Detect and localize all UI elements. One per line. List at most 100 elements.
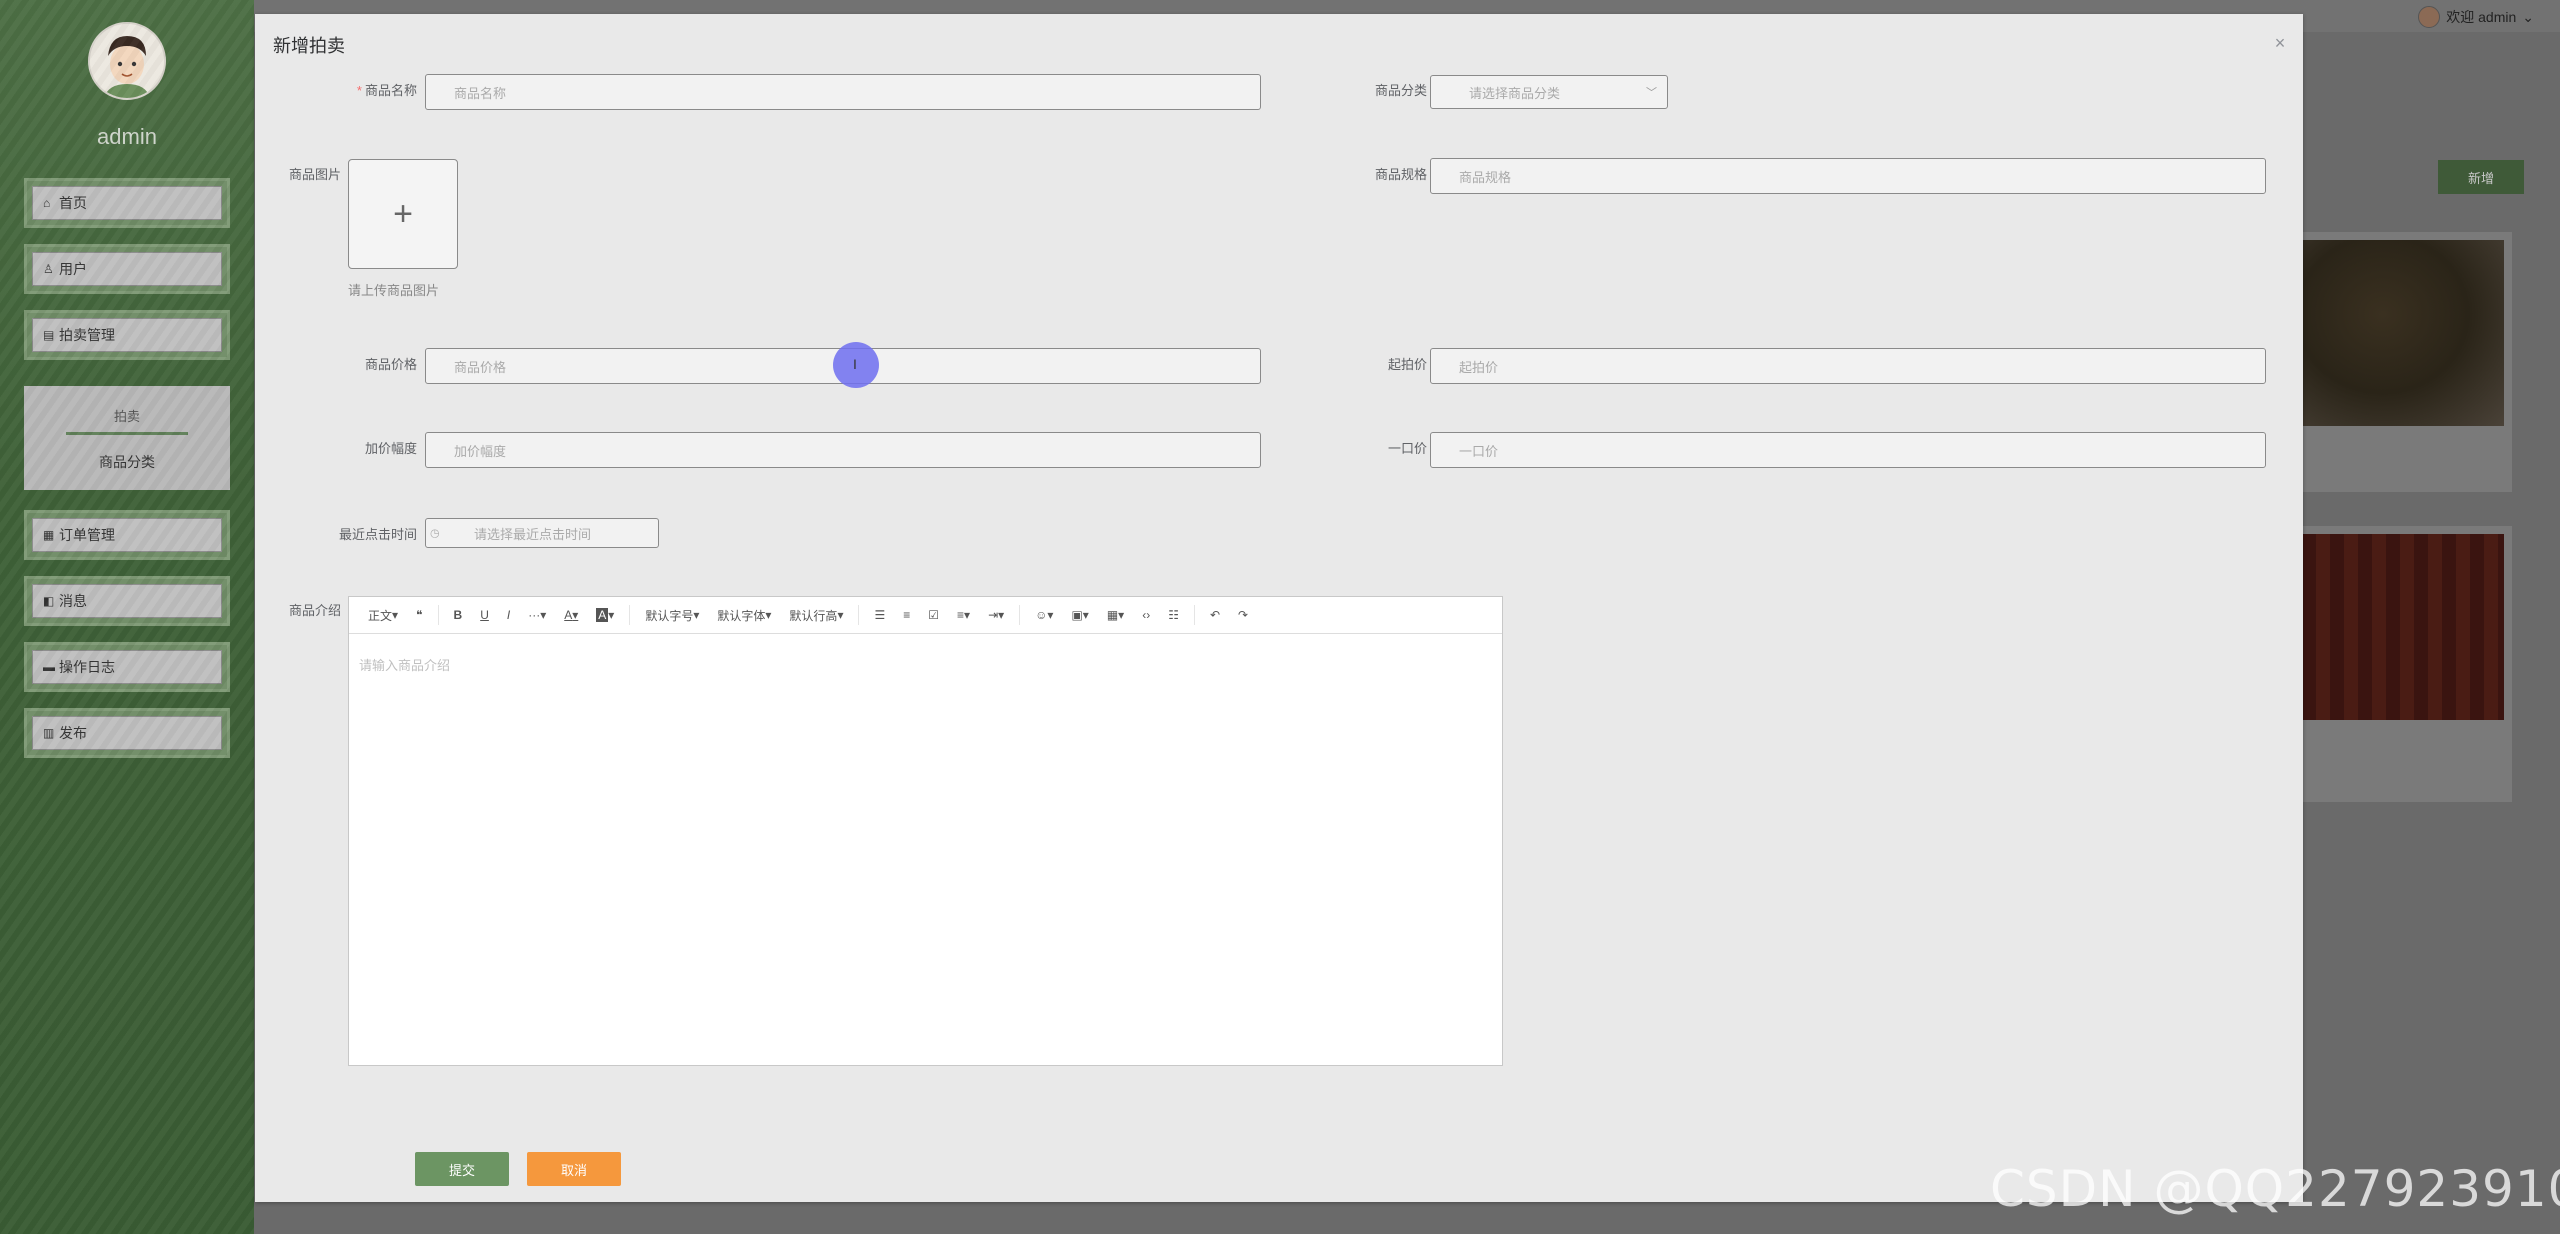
message-icon: ◧ xyxy=(43,594,55,608)
sidebar-item-publish[interactable]: ▥ 发布 xyxy=(24,708,230,758)
image-upload[interactable]: + xyxy=(348,159,458,269)
toolbar-separator xyxy=(629,605,631,625)
clock-icon: ◷ xyxy=(430,527,440,540)
spec-label: 商品规格 xyxy=(1374,167,1427,182)
editor-placeholder: 请输入商品介绍 xyxy=(359,658,451,673)
undo-icon[interactable]: ↶ xyxy=(1201,597,1229,633)
font-family-dropdown[interactable]: 默认字体 ▾ xyxy=(708,597,780,633)
submenu-active-indicator xyxy=(66,432,188,435)
background-color-icon[interactable]: A ▾ xyxy=(587,597,623,633)
more-icon[interactable]: ··· ▾ xyxy=(519,597,555,633)
user-avatar-icon xyxy=(2418,6,2441,28)
increment-label: 加价幅度 xyxy=(364,441,417,456)
price-label: 商品价格 xyxy=(364,357,417,372)
line-height-dropdown[interactable]: 默认行高 ▾ xyxy=(780,597,852,633)
sidebar-item-label: 操作日志 xyxy=(59,659,115,675)
code-icon[interactable]: ‹› xyxy=(1133,597,1159,633)
sidebar-item-label: 拍卖管理 xyxy=(59,327,115,343)
user-icon: ♙ xyxy=(43,262,54,276)
font-size-dropdown[interactable]: 默认字号 ▾ xyxy=(636,597,708,633)
submenu-auction: 拍卖 商品分类 xyxy=(24,386,230,490)
product-image xyxy=(2302,534,2504,720)
buyout-input[interactable]: 一口价 xyxy=(1430,432,2266,468)
indent-icon[interactable]: ⇥ ▾ xyxy=(979,597,1013,633)
bulleted-list-icon[interactable]: ☰ xyxy=(865,597,894,633)
upload-tip: 请上传商品图片 xyxy=(348,283,440,298)
paragraph-format-dropdown[interactable]: 正文 ▾ xyxy=(359,597,407,633)
underline-icon[interactable]: U xyxy=(471,597,498,633)
submit-button[interactable]: 提交 xyxy=(415,1152,509,1186)
sidebar-item-user[interactable]: ♙ 用户 xyxy=(24,244,230,294)
product-card[interactable] xyxy=(2302,232,2512,492)
plus-icon: + xyxy=(393,194,413,233)
category-label: 商品分类 xyxy=(1374,83,1427,98)
sidebar-item-label: 首页 xyxy=(59,195,87,211)
add-button[interactable]: 新增 xyxy=(2438,160,2524,194)
required-asterisk: * xyxy=(356,83,362,98)
align-icon[interactable]: ≡ ▾ xyxy=(948,597,979,633)
briefcase-icon: ▤ xyxy=(43,328,55,342)
avatar[interactable] xyxy=(88,22,166,100)
sidebar-item-label: 订单管理 xyxy=(59,527,115,543)
bold-icon[interactable]: B xyxy=(445,597,472,633)
numbered-list-icon[interactable]: ≡ xyxy=(894,597,919,633)
user-greeting: 欢迎 admin xyxy=(2446,9,2517,25)
text-cursor-icon: I xyxy=(853,356,857,372)
sidebar-item-messages[interactable]: ◧ 消息 xyxy=(24,576,230,626)
toolbar-separator xyxy=(858,605,860,625)
add-auction-dialog: 新增拍卖 × * 商品名称 商品名称 商品分类 请选择商品分类 ﹀ 商品图片 + 请… xyxy=(255,14,2303,1202)
product-image xyxy=(2302,240,2504,426)
sidebar-item-logs[interactable]: ▬ 操作日志 xyxy=(24,642,230,692)
editor-toolbar: 正文 ▾ ❝ B U I ··· ▾ A ▾ A ▾ 默认字号 ▾ 默认字体 ▾ 默认行高 ▾… xyxy=(349,597,1502,634)
chevron-down-icon: ⌄ xyxy=(2522,8,2534,25)
admin-name: admin xyxy=(97,124,157,149)
submenu-item-category[interactable]: 商品分类 xyxy=(24,452,230,472)
image-icon[interactable]: ▣ ▾ xyxy=(1062,597,1097,633)
toolbar-separator xyxy=(1019,605,1021,625)
toolbar-separator xyxy=(437,605,439,625)
last-click-datepicker[interactable]: ◷ 请选择最近点击时间 xyxy=(425,518,659,548)
font-color-icon[interactable]: A ▾ xyxy=(555,597,587,633)
start-price-label: 起拍价 xyxy=(1387,357,1427,372)
divider-icon[interactable]: ☷ xyxy=(1159,597,1188,633)
cancel-button[interactable]: 取消 xyxy=(527,1152,621,1186)
avatar-image xyxy=(90,24,164,98)
emoji-icon[interactable]: ☺ ▾ xyxy=(1026,597,1062,633)
start-price-input[interactable]: 起拍价 xyxy=(1430,348,2266,384)
sidebar-item-label: 消息 xyxy=(59,593,87,609)
rich-text-editor[interactable]: 正文 ▾ ❝ B U I ··· ▾ A ▾ A ▾ 默认字号 ▾ 默认字体 ▾ 默认行高 ▾… xyxy=(348,596,1503,1066)
buyout-label: 一口价 xyxy=(1387,441,1427,456)
table-icon[interactable]: ▦ ▾ xyxy=(1098,597,1133,633)
product-name-input[interactable]: 商品名称 xyxy=(425,74,1261,110)
redo-icon[interactable]: ↷ xyxy=(1229,597,1257,633)
sidebar: admin ⌂ 首页 ♙ 用户 ▤ 拍卖管理 拍卖 商品分类 ▦ 订单管理 ◧ 消息 ▬ 操… xyxy=(0,0,254,1234)
chevron-down-icon: ﹀ xyxy=(1646,87,1657,99)
close-icon[interactable]: × xyxy=(2271,34,2289,52)
publish-icon: ▥ xyxy=(43,726,55,740)
submenu-item-auction[interactable]: 拍卖 xyxy=(24,406,230,425)
toolbar-separator xyxy=(1193,605,1195,625)
product-card[interactable] xyxy=(2302,526,2512,802)
quote-icon[interactable]: ❝ xyxy=(407,597,431,633)
log-icon: ▬ xyxy=(43,660,55,674)
cursor-indicator: I xyxy=(833,342,879,388)
sidebar-item-orders[interactable]: ▦ 订单管理 xyxy=(24,510,230,560)
intro-label: 商品介绍 xyxy=(288,603,341,618)
todo-icon[interactable]: ☑ xyxy=(919,597,948,633)
watermark: CSDN @QQ2279239102 xyxy=(1990,1160,2560,1218)
order-icon: ▦ xyxy=(43,528,55,542)
sidebar-item-label: 用户 xyxy=(59,261,87,277)
user-menu[interactable]: 欢迎 admin ⌄ xyxy=(2418,6,2534,28)
product-image-label: 商品图片 xyxy=(288,167,341,182)
spec-input[interactable]: 商品规格 xyxy=(1430,158,2266,194)
last-click-label: 最近点击时间 xyxy=(338,527,417,542)
sidebar-item-label: 发布 xyxy=(59,725,87,741)
sidebar-item-auction[interactable]: ▤ 拍卖管理 xyxy=(24,310,230,360)
sidebar-item-home[interactable]: ⌂ 首页 xyxy=(24,178,230,228)
category-select[interactable]: 请选择商品分类 ﹀ xyxy=(1430,75,1668,109)
home-icon: ⌂ xyxy=(43,196,51,210)
italic-icon[interactable]: I xyxy=(498,597,519,633)
increment-input[interactable]: 加价幅度 xyxy=(425,432,1261,468)
product-name-label: * 商品名称 xyxy=(356,83,417,98)
dialog-title: 新增拍卖 xyxy=(273,36,345,56)
